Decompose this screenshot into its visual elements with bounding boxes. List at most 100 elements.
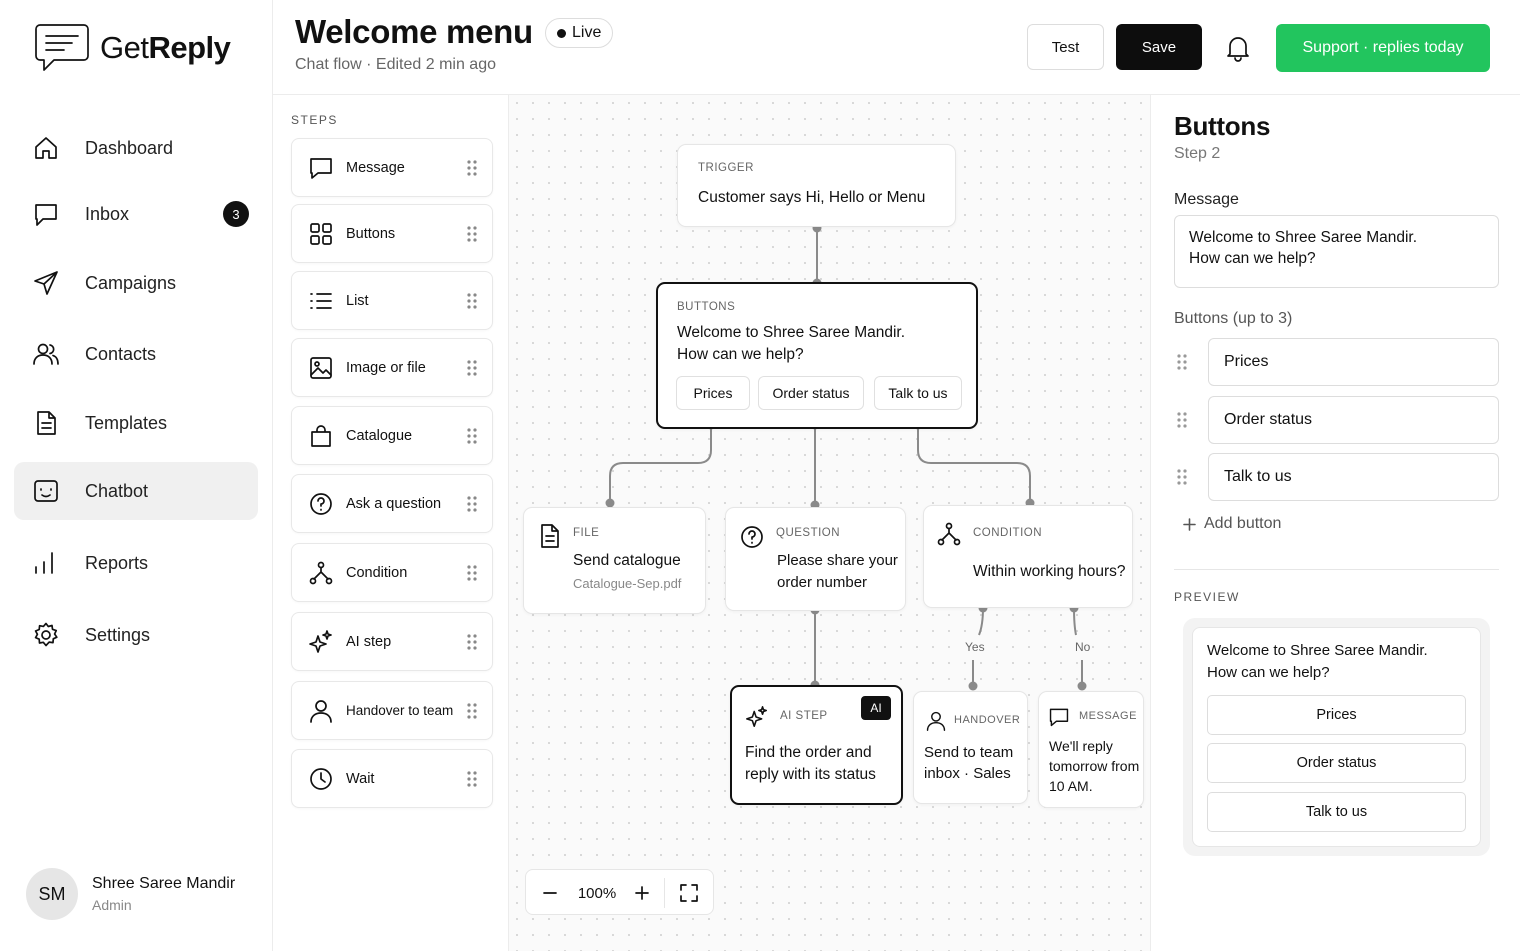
file-node-filename: Catalogue-Sep.pdf (573, 576, 682, 591)
step-item-ask-a-question[interactable]: Ask a question (291, 474, 493, 533)
step-item-list[interactable]: List (291, 271, 493, 330)
button-row (1174, 396, 1499, 444)
step-label: Catalogue (346, 427, 413, 444)
question-node[interactable]: QUESTION Please share your order number (725, 507, 906, 611)
step-item-wait[interactable]: Wait (291, 749, 493, 808)
question-icon (310, 492, 332, 515)
file-node[interactable]: FILE Send catalogue Catalogue-Sep.pdf (523, 507, 706, 614)
plus-icon (1183, 517, 1196, 531)
drag-handle-icon[interactable] (466, 702, 478, 720)
preview-button-talk-to-us[interactable]: Talk to us (1207, 792, 1466, 832)
handover-node-line2: inbox · Sales (924, 765, 1011, 782)
button-text-input-talk-to-us[interactable] (1208, 453, 1499, 501)
preview-button-order-status[interactable]: Order status (1207, 743, 1466, 783)
user-name: Shree Saree Mandir (92, 875, 236, 892)
add-button-link[interactable]: Add button (1183, 515, 1281, 533)
preview-heading: PREVIEW (1174, 590, 1240, 604)
zoom-in-button[interactable] (626, 870, 658, 916)
drag-handle-icon[interactable] (466, 495, 478, 513)
drag-handle-icon[interactable] (466, 225, 478, 243)
drag-handle-icon[interactable] (466, 292, 478, 310)
zoom-controls: 100% (525, 869, 714, 915)
trigger-node[interactable]: TRIGGER Customer says Hi, Hello or Menu (677, 144, 956, 227)
sidebar-item-settings[interactable]: Settings (14, 606, 258, 664)
message-node-line3: 10 AM. (1049, 778, 1093, 794)
condition-node[interactable]: CONDITION Within working hours? (923, 505, 1133, 608)
document-icon (541, 524, 559, 548)
node-type-label: TRIGGER (698, 162, 754, 174)
sparkle-icon (746, 706, 768, 728)
node-type-label: HANDOVER (954, 714, 1021, 726)
chip-order-status[interactable]: Order status (758, 376, 864, 410)
save-button[interactable]: Save (1116, 24, 1202, 70)
step-label: Buttons (346, 225, 396, 242)
chat-icon (35, 204, 57, 226)
page-title: Welcome menu (295, 13, 533, 50)
preview-line2: How can we help? (1207, 664, 1330, 681)
flow-canvas[interactable]: TRIGGER Customer says Hi, Hello or Menu … (509, 95, 1150, 951)
sidebar-item-label: Chatbot (85, 480, 149, 501)
drag-handle-icon[interactable] (1176, 411, 1188, 429)
user-profile[interactable]: SM Shree Saree Mandir Admin (26, 868, 235, 920)
sidebar-item-label: Settings (85, 624, 151, 645)
preview-button-prices[interactable]: Prices (1207, 695, 1466, 735)
ai-node-line1: Find the order and (745, 744, 872, 761)
step-item-message[interactable]: Message (291, 138, 493, 197)
sidebar-item-campaigns[interactable]: Campaigns (14, 254, 258, 312)
sidebar-item-chatbot[interactable]: Chatbot (14, 462, 258, 520)
ai-step-node[interactable]: AI STEP AI Find the order and reply with… (730, 685, 903, 805)
sidebar-item-inbox[interactable]: Inbox 3 (14, 185, 258, 243)
step-item-condition[interactable]: Condition (291, 543, 493, 602)
button-text-input-order-status[interactable] (1208, 396, 1499, 444)
message-node-line1: We'll reply (1049, 738, 1113, 754)
branch-label-yes: Yes (963, 640, 987, 654)
fit-screen-button[interactable] (672, 870, 706, 916)
step-label: AI step (346, 633, 392, 650)
buttons-node[interactable]: BUTTONS Welcome to Shree Saree Mandir. H… (656, 282, 978, 429)
step-item-ai-step[interactable]: AI step (291, 612, 493, 671)
drag-handle-icon[interactable] (1176, 353, 1188, 371)
drag-handle-icon[interactable] (466, 159, 478, 177)
logo[interactable]: GetReply (32, 22, 231, 74)
sidebar-item-dashboard[interactable]: Dashboard (14, 119, 258, 177)
bag-icon (311, 424, 331, 447)
support-button[interactable]: Support · replies today (1276, 24, 1490, 72)
bell-icon[interactable] (1225, 34, 1251, 62)
zoom-level: 100% (577, 884, 617, 902)
sidebar-item-templates[interactable]: Templates (14, 394, 258, 452)
handover-node[interactable]: HANDOVER Send to team inbox · Sales (913, 691, 1028, 804)
condition-node-text: Within working hours? (973, 563, 1126, 580)
sidebar-item-reports[interactable]: Reports (14, 534, 258, 592)
branch-label-no: No (1073, 640, 1093, 654)
drag-handle-icon[interactable] (466, 359, 478, 377)
zoom-out-button[interactable] (534, 870, 566, 916)
grid-icon (310, 222, 332, 245)
handover-node-line1: Send to team (924, 744, 1014, 761)
drag-handle-icon[interactable] (466, 427, 478, 445)
step-item-buttons[interactable]: Buttons (291, 204, 493, 263)
step-item-handover-to-team[interactable]: Handover to team (291, 681, 493, 740)
chip-talk-to-us[interactable]: Talk to us (874, 376, 962, 410)
minus-icon (543, 892, 557, 894)
send-icon (34, 271, 58, 295)
step-item-catalogue[interactable]: Catalogue (291, 406, 493, 465)
sidebar-item-contacts[interactable]: Contacts (14, 325, 258, 383)
drag-handle-icon[interactable] (1176, 468, 1188, 486)
sidebar: GetReply Dashboard Inbox 3 Campaigns Con… (0, 0, 273, 951)
test-button[interactable]: Test (1027, 24, 1104, 70)
chip-prices[interactable]: Prices (676, 376, 750, 410)
question-node-line1: Please share your (777, 552, 898, 569)
drag-handle-icon[interactable] (466, 770, 478, 788)
file-node-text: Send catalogue (573, 552, 681, 569)
drag-handle-icon[interactable] (466, 564, 478, 582)
preview-bubble: Welcome to Shree Saree Mandir. How can w… (1192, 627, 1481, 847)
message-field[interactable]: Welcome to Shree Saree Mandir. How can w… (1174, 215, 1499, 288)
step-label: Image or file (346, 359, 426, 376)
step-item-image-or-file[interactable]: Image or file (291, 338, 493, 397)
step-label: Handover to team (346, 703, 454, 718)
preview-line1: Welcome to Shree Saree Mandir. (1207, 642, 1428, 659)
message-node[interactable]: MESSAGE We'll reply tomorrow from 10 AM. (1038, 691, 1144, 808)
drag-handle-icon[interactable] (466, 633, 478, 651)
step-label: Ask a question (346, 495, 442, 512)
button-text-input-prices[interactable] (1208, 338, 1499, 386)
